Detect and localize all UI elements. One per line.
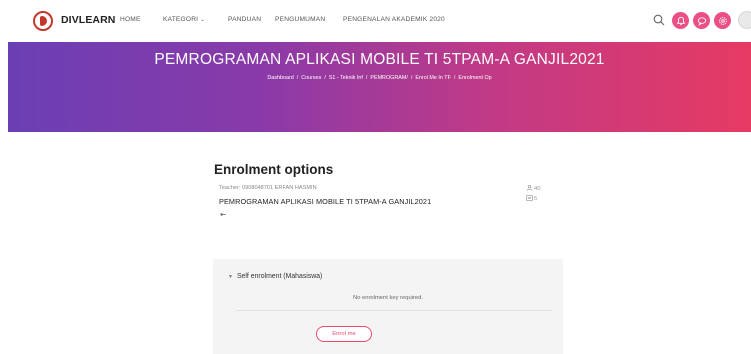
user-avatar[interactable] bbox=[738, 11, 751, 29]
nav-item-pengumuman[interactable]: PENGUMUMAN bbox=[275, 16, 325, 23]
page-title: PEMROGRAMAN APLIKASI MOBILE TI 5TPAM-A G… bbox=[154, 51, 605, 68]
breadcrumb-category[interactable]: S1 - Teknik Inf bbox=[329, 75, 363, 81]
course-name-link[interactable]: PEMROGRAMAN APLIKASI MOBILE TI 5TPAM-A G… bbox=[219, 197, 431, 206]
divider bbox=[236, 310, 552, 311]
page-header-banner: PEMROGRAMAN APLIKASI MOBILE TI 5TPAM-A G… bbox=[8, 42, 751, 132]
breadcrumb-separator: / bbox=[365, 75, 368, 81]
search-icon[interactable] bbox=[653, 14, 665, 26]
breadcrumb-course[interactable]: PEMROGRAM/ bbox=[370, 75, 407, 81]
nav-item-home-label: HOME bbox=[120, 16, 141, 23]
activity-icon bbox=[526, 195, 533, 201]
self-enrolment-title: Self enrolment (Mahasiswa) bbox=[236, 273, 323, 280]
nav-item-panduan-label: PANDUAN bbox=[228, 16, 262, 23]
breadcrumb-separator: / bbox=[453, 75, 456, 81]
nav-item-pengumuman-label: PENGUMUMAN bbox=[275, 16, 326, 23]
notification-button[interactable] bbox=[672, 12, 689, 29]
breadcrumb-dashboard[interactable]: Dashboard bbox=[267, 75, 293, 81]
chevron-down-icon: ⌄ bbox=[200, 17, 205, 23]
users-icon bbox=[526, 185, 533, 191]
nav-item-pengenalan-label: PENGENALAN AKADEMIK 2020 bbox=[343, 16, 445, 23]
top-navbar: DIVLEARN HOME KATEGORI ⌄ PANDUAN PENGUMUM… bbox=[0, 0, 751, 42]
self-enrolment-panel: ▼ Self enrolment (Mahasiswa) No enrolment… bbox=[213, 259, 563, 354]
nav-item-pengenalan-akademik[interactable]: PENGENALAN AKADEMIK 2020 bbox=[343, 16, 445, 23]
nav-item-panduan[interactable]: PANDUAN bbox=[228, 16, 261, 23]
activities-value: 5 bbox=[534, 196, 538, 202]
bell-icon bbox=[676, 16, 685, 25]
brand-name[interactable]: DIVLEARN bbox=[61, 14, 115, 26]
self-enrolment-toggle[interactable]: ▼ Self enrolment (Mahasiswa) bbox=[228, 273, 322, 280]
messages-button[interactable] bbox=[693, 12, 710, 29]
participants-count: 40 bbox=[526, 185, 540, 192]
breadcrumb: Dashboard / Courses / S1 - Teknik Inf / PEMROG… bbox=[8, 75, 751, 81]
collapse-arrow-icon: ▼ bbox=[228, 274, 233, 280]
breadcrumb-separator: / bbox=[296, 75, 299, 81]
breadcrumb-enrol[interactable]: Enrol Me In TF bbox=[415, 75, 451, 81]
breadcrumb-separator: / bbox=[324, 75, 326, 81]
nav-item-home[interactable]: HOME bbox=[120, 16, 141, 23]
chat-icon bbox=[697, 16, 706, 26]
enrolment-key-note: No enrolment key required. bbox=[353, 295, 423, 301]
key-icon bbox=[220, 213, 226, 216]
gear-icon bbox=[718, 16, 727, 25]
nav-item-kategori-label: KATEGORI bbox=[163, 16, 199, 23]
settings-button[interactable] bbox=[714, 12, 731, 29]
enrolment-options-heading: Enrolment options bbox=[214, 162, 334, 177]
participants-value: 40 bbox=[534, 186, 541, 192]
breadcrumb-courses[interactable]: Courses bbox=[301, 75, 321, 81]
activities-count: 5 bbox=[526, 195, 537, 202]
enrol-me-button[interactable]: Enrol me bbox=[316, 326, 372, 342]
breadcrumb-enrolment-options: Enrolment Op bbox=[458, 75, 492, 81]
nav-item-kategori[interactable]: KATEGORI ⌄ bbox=[163, 16, 205, 23]
teacher-info[interactable]: Teacher: 0908048701 ERFAN HASMIN bbox=[219, 185, 317, 191]
breadcrumb-separator: / bbox=[410, 75, 413, 81]
site-logo[interactable] bbox=[33, 11, 53, 31]
